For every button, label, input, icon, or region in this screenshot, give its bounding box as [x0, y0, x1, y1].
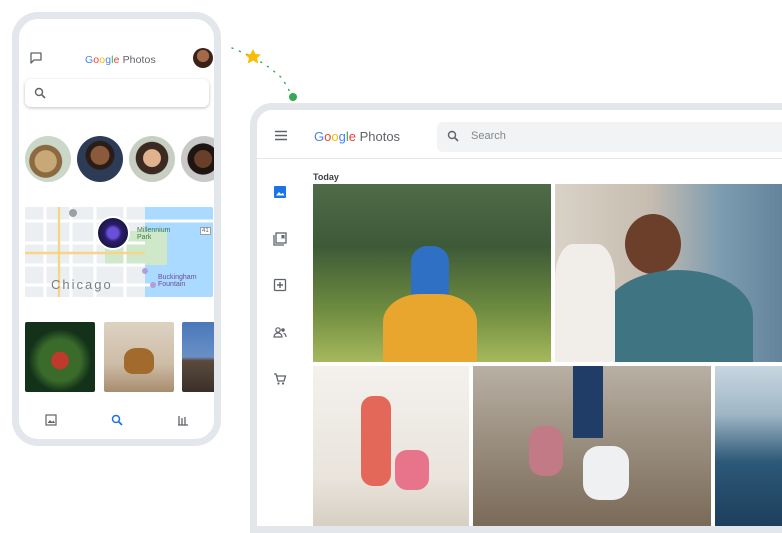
person-face-1[interactable] — [77, 136, 123, 182]
sparkle-icon — [245, 49, 261, 64]
logo-product: Photos — [359, 129, 401, 144]
photo-family-couch[interactable] — [555, 184, 782, 362]
phone-screen: Google Photos Millennium Park Buckingham… — [19, 19, 214, 439]
search-bar[interactable] — [25, 79, 209, 107]
desktop-screen: Google Photos Search Today — [257, 110, 782, 526]
person-face-dog[interactable] — [25, 136, 71, 182]
search-placeholder: Search — [471, 130, 506, 142]
section-date-label: Today — [313, 172, 339, 182]
photo-mother-child-home[interactable] — [313, 366, 469, 526]
logo-product: Photos — [122, 54, 156, 66]
desktop-header: Google Photos Search — [257, 110, 782, 159]
photo-child-blue-jacket — [411, 246, 449, 298]
photo-white-shirt — [555, 244, 615, 362]
map-photo-cluster[interactable] — [96, 216, 130, 250]
logo-letter-o2: o — [331, 129, 339, 144]
search-input[interactable]: Search — [437, 122, 782, 152]
photo-child-floral — [529, 426, 563, 476]
search-icon — [34, 87, 46, 99]
green-dot-icon — [289, 93, 297, 101]
library-icon[interactable] — [177, 414, 189, 426]
logo-letter-g: G — [314, 129, 325, 144]
photo-teal-sweater — [603, 270, 753, 362]
account-avatar[interactable] — [193, 48, 213, 68]
photo-kids-kitchen[interactable] — [473, 366, 711, 526]
photo-thumb-landscape[interactable] — [182, 322, 214, 392]
places-map[interactable]: Millennium Park Buckingham Fountain 41 Chi… — [25, 207, 213, 297]
photo-child-white — [583, 446, 629, 500]
map-route-badge: 41 — [200, 227, 211, 235]
phone-bottom-nav — [19, 404, 214, 439]
photo-person-laughing — [625, 214, 681, 274]
photo-adult-yellow-jacket — [383, 294, 477, 362]
photo-adult-jeans — [573, 366, 603, 438]
albums-icon[interactable] — [273, 232, 287, 246]
logo-letter-e: e — [113, 54, 120, 66]
phone-frame: Google Photos Millennium Park Buckingham… — [12, 12, 221, 446]
search-icon[interactable] — [111, 414, 123, 426]
photos-icon[interactable] — [273, 185, 287, 199]
logo-letter-e: e — [348, 129, 356, 144]
print-store-icon[interactable] — [273, 372, 287, 386]
google-photos-logo: Google Photos — [85, 54, 156, 66]
logo-letter-g2: g — [338, 129, 346, 144]
map-city-label: Chicago — [51, 277, 113, 292]
map-poi-buckingham: Buckingham Fountain — [158, 274, 197, 288]
message-icon[interactable] — [29, 51, 43, 65]
photo-hiking-forest[interactable] — [313, 184, 551, 362]
person-face-2[interactable] — [129, 136, 175, 182]
decorative-connector — [231, 47, 297, 101]
photo-child-pink — [395, 450, 429, 490]
dog-shape — [124, 348, 154, 374]
google-photos-logo: Google Photos — [314, 129, 400, 144]
menu-icon[interactable] — [274, 130, 288, 141]
sharing-icon[interactable] — [273, 325, 287, 339]
search-icon — [447, 130, 459, 142]
assistant-icon[interactable] — [273, 278, 287, 292]
person-face-3[interactable] — [181, 136, 214, 182]
photo-thumb-dog-beach[interactable] — [104, 322, 174, 392]
photo-thumb-strawberries[interactable] — [25, 322, 95, 392]
photo-red-top — [361, 396, 391, 486]
desktop-frame: Google Photos Search Today — [250, 103, 782, 533]
photo-lake[interactable] — [715, 366, 782, 526]
photos-icon[interactable] — [45, 414, 57, 426]
map-poi-millennium: Millennium Park — [137, 227, 171, 241]
